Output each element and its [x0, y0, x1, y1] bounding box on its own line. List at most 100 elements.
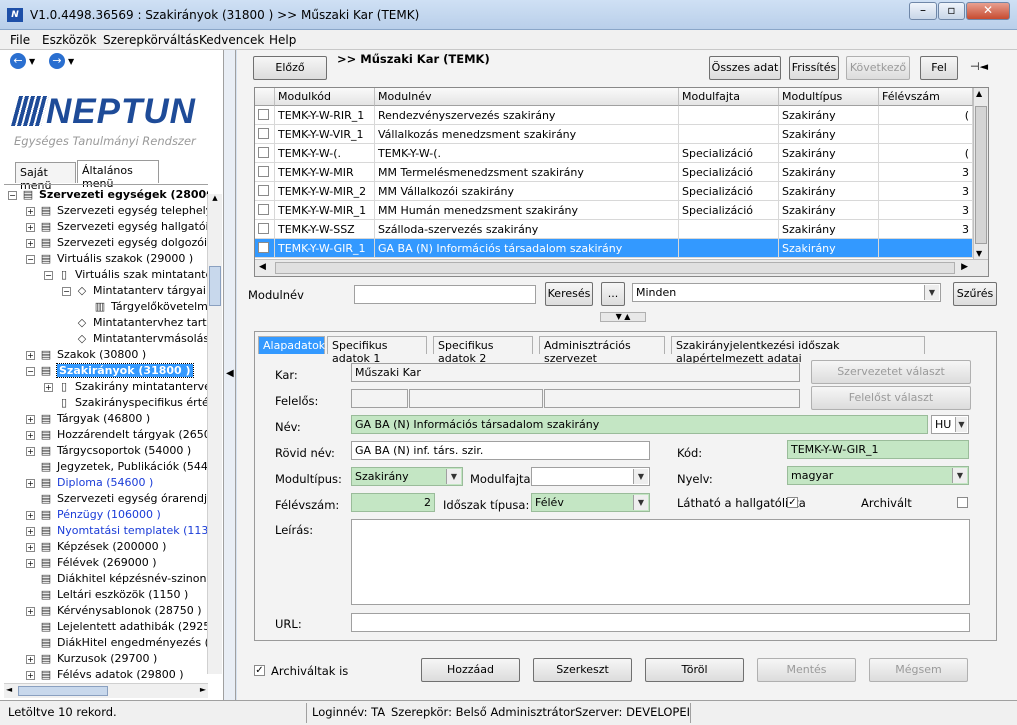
- menu-file[interactable]: File: [10, 33, 30, 47]
- semester-count-field[interactable]: 2: [351, 493, 435, 512]
- more-button[interactable]: ...: [601, 282, 625, 306]
- row-checkbox[interactable]: [258, 242, 269, 253]
- tree-item[interactable]: + ▤ Tárgyak (46800 ): [26, 411, 150, 427]
- tree-item[interactable]: + ▤ Szervezeti egység telephelyei: [26, 203, 208, 219]
- code-field[interactable]: TEMK-Y-W-GIR_1: [787, 440, 969, 459]
- felelos-field-1[interactable]: [351, 389, 408, 408]
- splitter-arrows-icon[interactable]: ▼ ▲: [600, 312, 646, 322]
- expand-icon[interactable]: +: [26, 206, 35, 216]
- sidebar-collapse-handle[interactable]: ◀: [224, 50, 236, 700]
- menu-eszkozok[interactable]: Eszközök: [42, 33, 97, 47]
- table-row[interactable]: TEMK-Y-W-RIR_1 Rendezvényszervezés szakir…: [255, 106, 973, 125]
- row-checkbox[interactable]: [258, 166, 269, 177]
- expand-icon[interactable]: +: [26, 558, 35, 568]
- maximize-icon[interactable]: ▫: [938, 2, 965, 20]
- table-row[interactable]: TEMK-Y-W-MIR MM Termelésmenedzsment szaki…: [255, 163, 973, 182]
- back-dropdown-icon[interactable]: ▼: [29, 57, 35, 66]
- tree-item[interactable]: + ▤ Szakok (30800 ): [26, 347, 146, 363]
- url-field[interactable]: [351, 613, 970, 632]
- tree-item[interactable]: −▯ Virtuális szak mintatanterv: [44, 267, 208, 283]
- table-row[interactable]: TEMK-Y-W-(. TEMK-Y-W-(. Specializáció Szaki…: [255, 144, 973, 163]
- tree-item[interactable]: − ▤ Szakirányok (31800 ): [26, 363, 194, 379]
- tree-item[interactable]: + ▤ Diploma (54600 ): [26, 475, 153, 491]
- next-button[interactable]: Következő: [846, 56, 910, 80]
- period-type-select[interactable]: Félév ▼: [531, 493, 650, 512]
- expand-icon[interactable]: +: [26, 606, 35, 616]
- expand-icon[interactable]: +: [26, 478, 35, 488]
- grid-header-modulnev[interactable]: Modulnév: [375, 88, 679, 106]
- short-name-field[interactable]: GA BA (N) inf. társ. szir.: [351, 441, 650, 460]
- tree-item[interactable]: − ◇ Mintatanterv tárgyai (2: [62, 283, 208, 299]
- chevron-down-icon[interactable]: ▼: [924, 285, 939, 300]
- tree-item[interactable]: ▤ Leltári eszközök (1150 ): [26, 587, 189, 603]
- row-checkbox[interactable]: [258, 204, 269, 215]
- forward-dropdown-icon[interactable]: ▼: [68, 57, 74, 66]
- chevron-down-icon[interactable]: ▼: [633, 495, 648, 510]
- tree-item[interactable]: ▤ DiákHitel engedményezés (2!: [26, 635, 208, 651]
- prev-button[interactable]: Előző: [253, 56, 327, 80]
- tab-admin-szervezet[interactable]: Adminisztrációs szervezet: [539, 336, 665, 365]
- grid-vertical-scrollbar[interactable]: ▲ ▼: [973, 88, 988, 259]
- grid-scroll-thumb[interactable]: [975, 106, 987, 244]
- table-row[interactable]: TEMK-Y-W-MIR_1 MM Humán menedzsment szaki…: [255, 201, 973, 220]
- chevron-down-icon[interactable]: ▼: [952, 468, 967, 483]
- close-icon[interactable]: ✕: [966, 2, 1010, 20]
- collapse-icon[interactable]: −: [62, 286, 71, 296]
- tree-scroll-thumb[interactable]: [209, 266, 221, 306]
- collapse-icon[interactable]: −: [26, 366, 35, 376]
- module-type-select[interactable]: Szakirány ▼: [351, 467, 463, 486]
- module-kind-select[interactable]: ▼: [531, 467, 650, 486]
- tree-item[interactable]: ▤ Jegyzetek, Publikációk (5440: [26, 459, 208, 475]
- add-button[interactable]: Hozzáad: [421, 658, 520, 682]
- language-field[interactable]: magyar ▼: [787, 466, 969, 485]
- edit-button[interactable]: Szerkeszt: [533, 658, 632, 682]
- collapse-icon[interactable]: −: [26, 254, 35, 264]
- cancel-button[interactable]: Mégsem: [869, 658, 968, 682]
- tab-szakirany-jelentkezes[interactable]: Szakirányjelentkezési időszak alapértelm…: [671, 336, 925, 365]
- tree-item[interactable]: + ▤ Kérvénysablonok (28750 ): [26, 603, 202, 619]
- tree-item[interactable]: + ▤ Nyomtatási templatek (11300(: [26, 523, 208, 539]
- table-row[interactable]: TEMK-Y-W-SSZ Szálloda-szervezés szakirány…: [255, 220, 973, 239]
- tree-item[interactable]: ▤ Lejelentett adathibák (29250: [26, 619, 208, 635]
- delete-button[interactable]: Töröl: [645, 658, 744, 682]
- expand-icon[interactable]: +: [44, 382, 53, 392]
- collapse-icon[interactable]: −: [8, 190, 17, 200]
- back-arrow-icon[interactable]: ←: [10, 53, 26, 69]
- table-row[interactable]: TEMK-Y-W-MIR_2 MM Vállalkozói szakirány Sp…: [255, 182, 973, 201]
- filter-button[interactable]: Szűrés: [953, 282, 997, 306]
- tree-item[interactable]: ◇ Mintatantervmásolás: [62, 331, 208, 347]
- chevron-down-icon[interactable]: ▼: [446, 469, 461, 484]
- menu-szerepkorvaltas[interactable]: Szerepkörváltás: [103, 33, 199, 47]
- all-data-button[interactable]: Összes adat: [709, 56, 781, 80]
- tree-item[interactable]: + ▤ Szervezeti egység dolgozói (2: [26, 235, 208, 251]
- select-organization-button[interactable]: Szervezetet választ: [811, 360, 971, 384]
- minimize-icon[interactable]: –: [909, 2, 937, 20]
- tree-item[interactable]: − ▤ Virtuális szakok (29000 ): [26, 251, 193, 267]
- tree-item[interactable]: + ▤ Pénzügy (106000 ): [26, 507, 161, 523]
- grid-header-modulkod[interactable]: Modulkód: [275, 88, 375, 106]
- tree-item[interactable]: ▯ Szakirányspecifikus érték: [44, 395, 208, 411]
- tree-item[interactable]: ▥ Tárgyelőkövetelm: [80, 299, 208, 315]
- visible-checkbox[interactable]: ✓: [787, 497, 798, 508]
- collapse-icon[interactable]: −: [44, 270, 53, 280]
- select-responsible-button[interactable]: Felelőst választ: [811, 386, 971, 410]
- expand-icon[interactable]: +: [26, 670, 35, 680]
- archived-checkbox[interactable]: [957, 497, 968, 508]
- expand-icon[interactable]: +: [26, 510, 35, 520]
- tree-item[interactable]: + ▯ Szakirány mintatantervei (: [44, 379, 208, 395]
- name-field[interactable]: GA BA (N) Információs társadalom szakirá…: [351, 415, 928, 434]
- tree-item[interactable]: + ▤ Kurzusok (29700 ): [26, 651, 157, 667]
- chevron-down-icon[interactable]: ▼: [633, 469, 648, 484]
- tab-altalanos-menu[interactable]: Általános menü: [77, 160, 159, 190]
- felelos-field-2[interactable]: [409, 389, 543, 408]
- expand-icon[interactable]: +: [26, 542, 35, 552]
- table-row[interactable]: TEMK-Y-W-GIR_1 GA BA (N) Információs társ…: [255, 239, 973, 258]
- refresh-button[interactable]: Frissítés: [789, 56, 839, 80]
- tree-item[interactable]: + ▤ Szervezeti egység hallgatói (2: [26, 219, 208, 235]
- grid-header-modultipus[interactable]: Modultípus: [779, 88, 879, 106]
- save-button[interactable]: Mentés: [757, 658, 856, 682]
- row-checkbox[interactable]: [258, 147, 269, 158]
- row-checkbox[interactable]: [258, 109, 269, 120]
- up-button[interactable]: Fel: [920, 56, 958, 80]
- collapse-arrow-icon[interactable]: ◀: [226, 368, 234, 379]
